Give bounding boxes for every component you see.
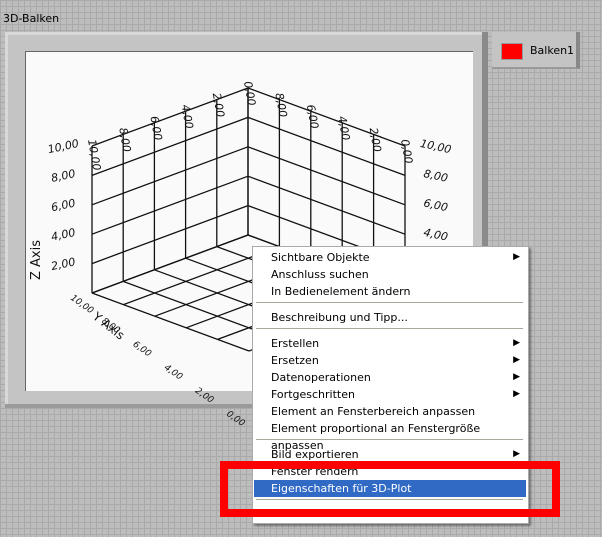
highlight-annotation-box bbox=[220, 461, 560, 517]
menu-item[interactable]: In Bedienelement ändern bbox=[254, 283, 526, 300]
x-tick-label: 0,00 bbox=[241, 80, 258, 106]
y-tick-label-floor: 6,00 bbox=[131, 340, 153, 360]
menu-item-label: Fortgeschritten bbox=[271, 388, 355, 401]
z-tick-label-left: 2,00 bbox=[50, 255, 77, 273]
menu-item-label: Erstellen bbox=[271, 337, 320, 350]
menu-item[interactable]: Element an Fensterbereich anpassen bbox=[254, 403, 526, 420]
menu-separator bbox=[256, 439, 523, 440]
grid-line-right-horizontal bbox=[247, 146, 406, 206]
z-tick-label-right: 6,00 bbox=[422, 196, 449, 214]
y-axis-title: Y Axis bbox=[89, 309, 127, 343]
menu-separator bbox=[256, 302, 523, 303]
grid-line-left-horizontal bbox=[91, 116, 249, 177]
menu-item[interactable]: Anschluss suchen bbox=[254, 266, 526, 283]
menu-item[interactable]: Ersetzen ▶ bbox=[254, 352, 526, 369]
menu-item[interactable]: Erstellen ▶ bbox=[254, 335, 526, 352]
menu-item[interactable]: Fortgeschritten ▶ bbox=[254, 386, 526, 403]
y-tick-label-top: 8,00 bbox=[272, 92, 289, 118]
menu-item-label: In Bedienelement ändern bbox=[271, 285, 411, 298]
menu-item-label: Element an Fensterbereich anpassen bbox=[271, 405, 476, 418]
x-tick-label: 4,00 bbox=[179, 103, 196, 129]
grid-line-right-horizontal bbox=[247, 175, 406, 235]
grid-line-left-horizontal bbox=[91, 87, 249, 147]
grid-line-left-horizontal bbox=[91, 146, 249, 206]
menu-item-label: Sichtbare Objekte bbox=[271, 251, 370, 264]
y-tick-label-floor: 4,00 bbox=[162, 363, 184, 383]
grid-line-left-horizontal bbox=[91, 175, 249, 235]
grid-line-left-horizontal bbox=[91, 204, 249, 265]
y-tick-label-top: 0,00 bbox=[398, 138, 415, 164]
menu-item-label: Bild exportieren bbox=[271, 448, 359, 461]
menu-item[interactable]: Element proportional an Fenstergröße anp… bbox=[254, 420, 526, 452]
menu-item[interactable]: Beschreibung und Tipp... bbox=[254, 309, 526, 326]
z-tick-label-left: 10,00 bbox=[47, 137, 81, 156]
y-tick-label-top: 4,00 bbox=[335, 115, 352, 141]
y-tick-label-floor: 10,00 bbox=[68, 293, 95, 316]
menu-separator bbox=[256, 328, 523, 329]
legend-label: Balken1 bbox=[530, 44, 575, 57]
z-tick-label-right: 8,00 bbox=[422, 167, 449, 185]
submenu-arrow-icon: ▶ bbox=[513, 252, 520, 262]
z-tick-label-left: 4,00 bbox=[50, 226, 77, 244]
z-axis-title: Z Axis bbox=[29, 240, 44, 280]
y-tick-label-top: 2,00 bbox=[367, 127, 384, 153]
menu-item-label: Beschreibung und Tipp... bbox=[271, 311, 408, 324]
menu-item-label: Ersetzen bbox=[271, 354, 319, 367]
z-tick-label-right: 4,00 bbox=[422, 226, 449, 244]
submenu-arrow-icon: ▶ bbox=[513, 355, 520, 365]
z-tick-label-left: 6,00 bbox=[50, 196, 77, 214]
y-tick-label-floor: 2,00 bbox=[193, 386, 215, 406]
x-tick-label: 8,00 bbox=[116, 127, 133, 153]
menu-item[interactable]: Sichtbare Objekte ▶ bbox=[254, 249, 526, 266]
y-tick-label-floor: 0,00 bbox=[224, 409, 246, 429]
z-tick-label-left: 8,00 bbox=[50, 167, 77, 185]
z-tick-label-right: 10,00 bbox=[419, 137, 453, 156]
y-tick-label-top: 6,00 bbox=[304, 103, 321, 129]
plot-legend[interactable]: Balken1 bbox=[492, 32, 580, 69]
menu-item-label: Datenoperationen bbox=[271, 371, 371, 384]
menu-item-label: Anschluss suchen bbox=[271, 268, 369, 281]
legend-swatch[interactable] bbox=[501, 43, 523, 60]
grid-line-floor bbox=[91, 234, 249, 294]
menu-item[interactable]: Datenoperationen ▶ bbox=[254, 369, 526, 386]
submenu-arrow-icon: ▶ bbox=[513, 372, 520, 382]
submenu-arrow-icon: ▶ bbox=[513, 389, 520, 399]
x-tick-label: 2,00 bbox=[210, 92, 227, 118]
submenu-arrow-icon: ▶ bbox=[513, 338, 520, 348]
x-tick-label: 6,00 bbox=[147, 115, 164, 141]
